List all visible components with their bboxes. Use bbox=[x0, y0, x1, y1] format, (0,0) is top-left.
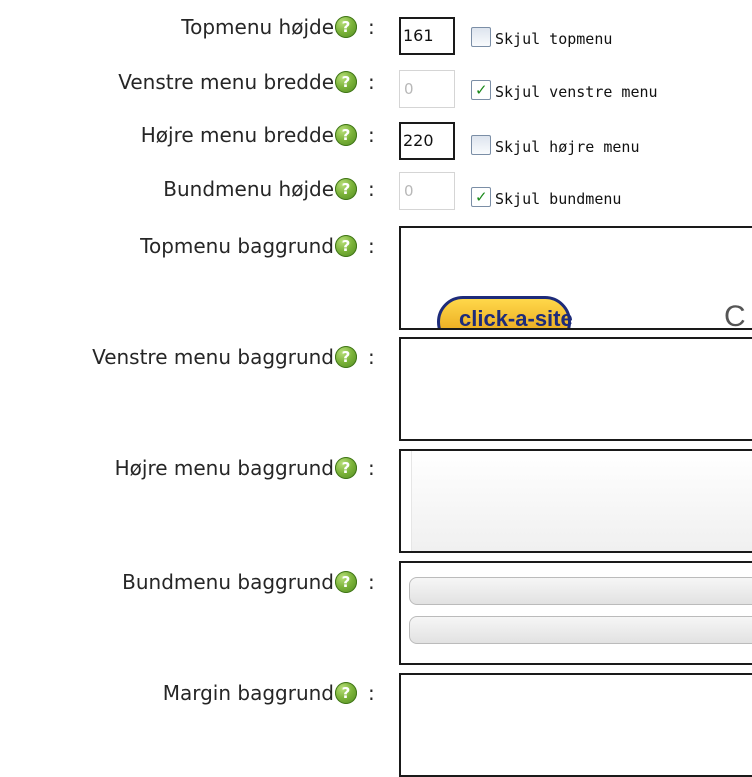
colon: : bbox=[368, 681, 375, 705]
help-icon[interactable]: ? bbox=[335, 571, 357, 593]
header-trailing-text: C bbox=[724, 300, 746, 330]
colon: : bbox=[368, 123, 375, 147]
bottom-menu-height-label: Bundmenu højde bbox=[163, 177, 334, 201]
checkmark-icon: ✓ bbox=[475, 188, 488, 206]
left-menu-background-label: Venstre menu baggrund bbox=[92, 345, 334, 369]
bottom-menu-background-label: Bundmenu baggrund bbox=[122, 570, 334, 594]
margin-background-preview[interactable] bbox=[399, 673, 752, 777]
help-icon[interactable]: ? bbox=[335, 346, 357, 368]
topmenu-height-label: Topmenu højde bbox=[181, 15, 334, 39]
hide-topmenu-checkbox[interactable] bbox=[471, 27, 491, 47]
left-menu-width-input: 0 bbox=[399, 70, 455, 108]
hide-right-menu-label[interactable]: Skjul højre menu bbox=[495, 137, 640, 157]
colon: : bbox=[368, 234, 375, 258]
gloss-swatch bbox=[411, 451, 752, 551]
topmenu-height-input[interactable]: 161 bbox=[399, 17, 455, 55]
bottom-menu-height-input: 0 bbox=[399, 172, 455, 210]
colon: : bbox=[368, 15, 375, 39]
help-icon[interactable]: ? bbox=[335, 457, 357, 479]
bar-swatch-top bbox=[409, 577, 752, 605]
hide-bottom-menu-checkbox[interactable]: ✓ bbox=[471, 187, 491, 207]
right-menu-width-label: Højre menu bredde bbox=[140, 123, 334, 147]
hide-topmenu-label[interactable]: Skjul topmenu bbox=[495, 29, 612, 49]
help-icon[interactable]: ? bbox=[335, 16, 357, 38]
right-menu-width-input[interactable]: 220 bbox=[399, 122, 455, 160]
colon: : bbox=[368, 177, 375, 201]
hide-left-menu-checkbox[interactable]: ✓ bbox=[471, 80, 491, 100]
left-menu-width-label: Venstre menu bredde bbox=[118, 70, 334, 94]
bottom-menu-background-preview[interactable] bbox=[399, 561, 752, 665]
colon: : bbox=[368, 570, 375, 594]
topmenu-background-label: Topmenu baggrund bbox=[140, 234, 334, 258]
help-icon[interactable]: ? bbox=[335, 235, 357, 257]
checkmark-icon: ✓ bbox=[475, 81, 488, 99]
left-menu-background-preview[interactable] bbox=[399, 337, 752, 441]
hide-bottom-menu-label[interactable]: Skjul bundmenu bbox=[495, 189, 621, 209]
colon: : bbox=[368, 70, 375, 94]
help-icon[interactable]: ? bbox=[335, 178, 357, 200]
colon: : bbox=[368, 345, 375, 369]
help-icon[interactable]: ? bbox=[335, 682, 357, 704]
margin-background-label: Margin baggrund bbox=[162, 681, 334, 705]
topmenu-background-preview[interactable]: click-a-site C bbox=[399, 226, 752, 330]
right-menu-background-label: Højre menu baggrund bbox=[114, 456, 334, 480]
hide-right-menu-checkbox[interactable] bbox=[471, 135, 491, 155]
colon: : bbox=[368, 456, 375, 480]
help-icon[interactable]: ? bbox=[335, 124, 357, 146]
help-icon[interactable]: ? bbox=[335, 71, 357, 93]
logo-text: click-a-site bbox=[459, 306, 573, 330]
right-menu-background-preview[interactable] bbox=[399, 449, 752, 553]
hide-left-menu-label[interactable]: Skjul venstre menu bbox=[495, 82, 658, 102]
bar-swatch-bottom bbox=[409, 616, 752, 644]
